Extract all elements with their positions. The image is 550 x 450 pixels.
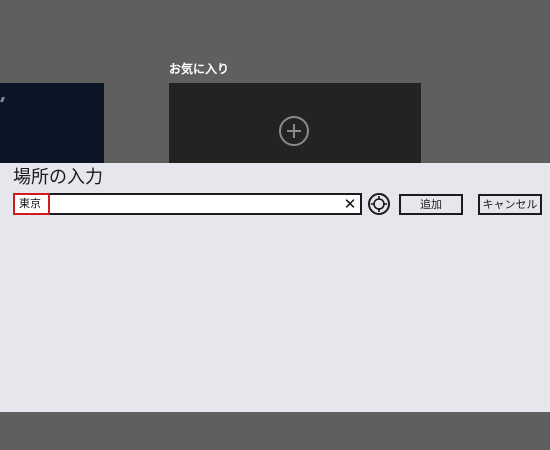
search-input-value: 東京 [13, 193, 50, 215]
clear-icon[interactable]: ✕ [343, 196, 357, 212]
weather-tile[interactable] [0, 83, 104, 163]
location-input-panel: 場所の入力 東京 ✕ 追加 キャンセル [0, 163, 550, 412]
cancel-button[interactable]: キャンセル [478, 194, 542, 215]
plus-circle-icon [279, 116, 309, 146]
add-favorite-tile[interactable] [169, 83, 421, 163]
current-location-button[interactable] [368, 193, 390, 215]
bottom-dimmed-area [0, 412, 550, 450]
crosshair-icon [371, 196, 387, 212]
favorites-heading: お気に入り [169, 62, 230, 76]
add-button[interactable]: 追加 [399, 194, 463, 215]
tile-decoration [0, 97, 5, 102]
panel-title: 場所の入力 [13, 167, 103, 188]
location-search-input[interactable]: 東京 ✕ [13, 193, 362, 215]
